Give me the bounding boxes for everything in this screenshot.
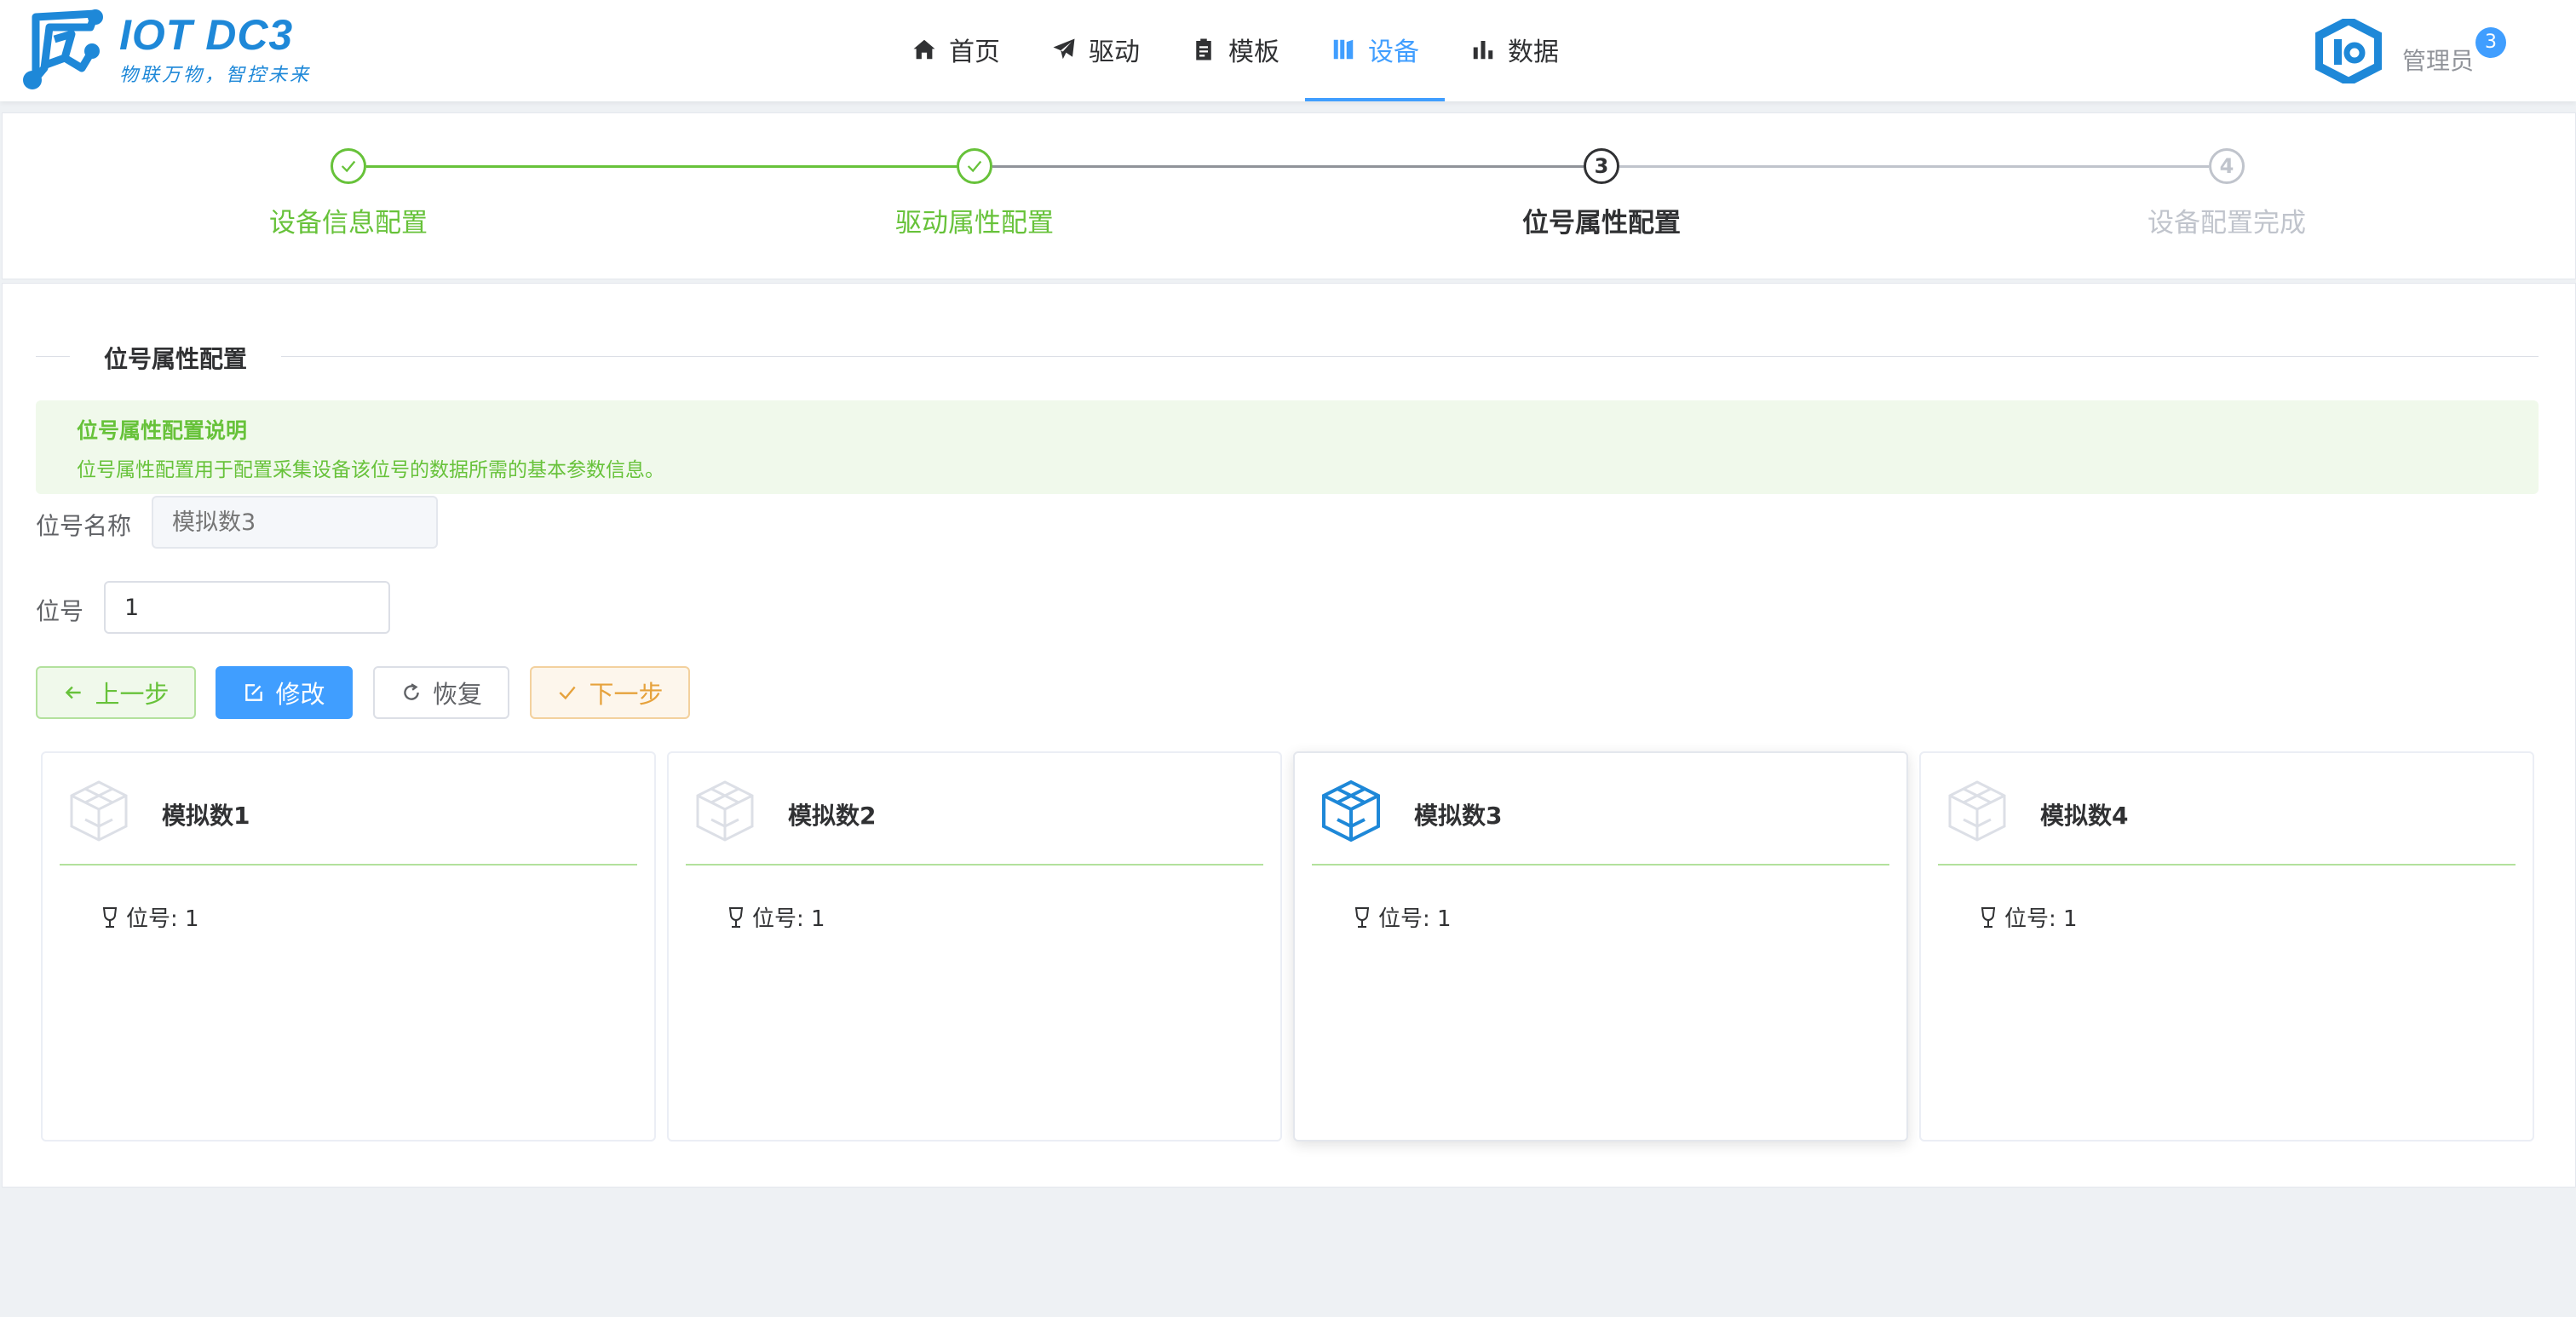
prev-step-label: 上一步 (95, 680, 170, 709)
point-card-title: 模拟数3 (1414, 802, 1503, 830)
divider-left (36, 356, 70, 357)
divider-right (281, 356, 2539, 357)
point-card-field-text: 位号: 1 (1378, 906, 1452, 932)
user-avatar-logo[interactable] (2315, 19, 2382, 83)
point-card-title: 模拟数2 (788, 802, 877, 830)
next-step-button[interactable]: 下一步 (530, 666, 690, 719)
step-3-title: 位号属性配置 (1522, 208, 1681, 239)
point-input[interactable] (104, 581, 390, 634)
step-4-title: 设备配置完成 (2148, 208, 2306, 239)
step-connector-3 (1619, 165, 2209, 168)
step-2-check-icon (957, 148, 992, 184)
point-card[interactable]: 模拟数4 位号: 1 (1919, 751, 2534, 1142)
steps-bar (2, 112, 2576, 279)
paper-plane-icon (1053, 38, 1075, 59)
step-4-number: 4 (2209, 148, 2245, 184)
step-2-title: 驱动属性配置 (895, 208, 1054, 239)
nav-data-label: 数据 (1508, 37, 1559, 67)
edit-label: 修改 (275, 680, 325, 709)
point-card-divider (1312, 864, 1889, 866)
point-card-field-text: 位号: 1 (2004, 906, 2078, 932)
reset-label: 恢复 (432, 680, 482, 709)
clipboard-icon (1196, 38, 1211, 60)
step-connector-1 (366, 165, 972, 168)
edit-button[interactable]: 修改 (216, 666, 353, 719)
reset-button[interactable]: 恢复 (373, 666, 509, 719)
nav-home[interactable]: 首页 (886, 0, 1026, 98)
arrow-left-icon (66, 686, 82, 699)
point-card-title: 模拟数4 (2040, 802, 2129, 830)
nav-driver-label: 驱动 (1089, 37, 1140, 67)
section-divider-title: 位号属性配置 (104, 345, 248, 373)
point-card-divider (60, 864, 637, 866)
info-alert: 位号属性配置说明 位号属性配置用于配置采集设备该位号的数据所需的基本参数信息。 (36, 400, 2539, 494)
point-card-selected[interactable]: 模拟数3 位号: 1 (1293, 751, 1908, 1142)
point-name-label: 位号名称 (36, 512, 132, 540)
device-book-icon (1333, 39, 1354, 59)
cube-icon (1948, 780, 2006, 842)
nav-template[interactable]: 模板 (1165, 0, 1305, 98)
cube-icon (696, 780, 754, 842)
notification-badge[interactable]: 3 (2475, 27, 2506, 58)
point-card[interactable]: 模拟数2 位号: 1 (667, 751, 1282, 1142)
nav-device-label: 设备 (1368, 37, 1419, 67)
next-step-label: 下一步 (589, 680, 664, 709)
point-card-field: 位号: 1 (101, 901, 199, 933)
point-name-input[interactable] (152, 496, 438, 549)
point-card-title: 模拟数1 (162, 802, 250, 830)
edit-icon (245, 684, 263, 701)
step-3-number: 3 (1584, 148, 1619, 184)
nav-device[interactable]: 设备 (1305, 0, 1445, 101)
cup-icon (1354, 906, 1370, 928)
check-icon (559, 686, 577, 700)
nav-template-label: 模板 (1228, 37, 1279, 67)
point-card-divider (686, 864, 1263, 866)
brand-title: IOT DC3 (119, 11, 294, 59)
step-1-check-icon (331, 148, 366, 184)
point-card-field: 位号: 1 (1353, 901, 1452, 933)
main-nav: 首页 驱动 模板 设备 数据 (886, 0, 1584, 101)
cup-icon (102, 906, 118, 928)
alert-title: 位号属性配置说明 (77, 418, 248, 443)
refresh-icon (404, 683, 419, 700)
home-icon (913, 39, 935, 59)
cube-icon (1322, 779, 1380, 843)
point-card-field-text: 位号: 1 (752, 906, 825, 932)
alert-description: 位号属性配置用于配置采集设备该位号的数据所需的基本参数信息。 (77, 459, 664, 481)
cube-icon (70, 780, 128, 842)
point-card-field: 位号: 1 (1979, 901, 2078, 933)
bar-chart-icon (1473, 40, 1493, 59)
nav-driver[interactable]: 驱动 (1026, 0, 1165, 98)
top-header: IOT DC3 物联万物，智控未来 首页 驱动 模板 设备 数据 管理员 3 (0, 0, 2576, 101)
point-card-field-text: 位号: 1 (126, 906, 199, 932)
cup-icon (1981, 906, 1996, 928)
point-label: 位号 (36, 597, 84, 625)
point-card[interactable]: 模拟数1 位号: 1 (41, 751, 656, 1142)
iot-dc3-logo[interactable] (20, 9, 106, 92)
prev-step-button[interactable]: 上一步 (36, 666, 196, 719)
cup-icon (728, 906, 744, 928)
nav-data[interactable]: 数据 (1445, 0, 1584, 98)
step-connector-2 (992, 165, 1584, 168)
nav-home-label: 首页 (949, 37, 1000, 67)
point-card-divider (1938, 864, 2516, 866)
user-name[interactable]: 管理员 (2402, 43, 2474, 77)
point-card-field: 位号: 1 (727, 901, 825, 933)
step-1-title: 设备信息配置 (269, 208, 428, 239)
brand-slogan: 物联万物，智控未来 (119, 65, 312, 86)
